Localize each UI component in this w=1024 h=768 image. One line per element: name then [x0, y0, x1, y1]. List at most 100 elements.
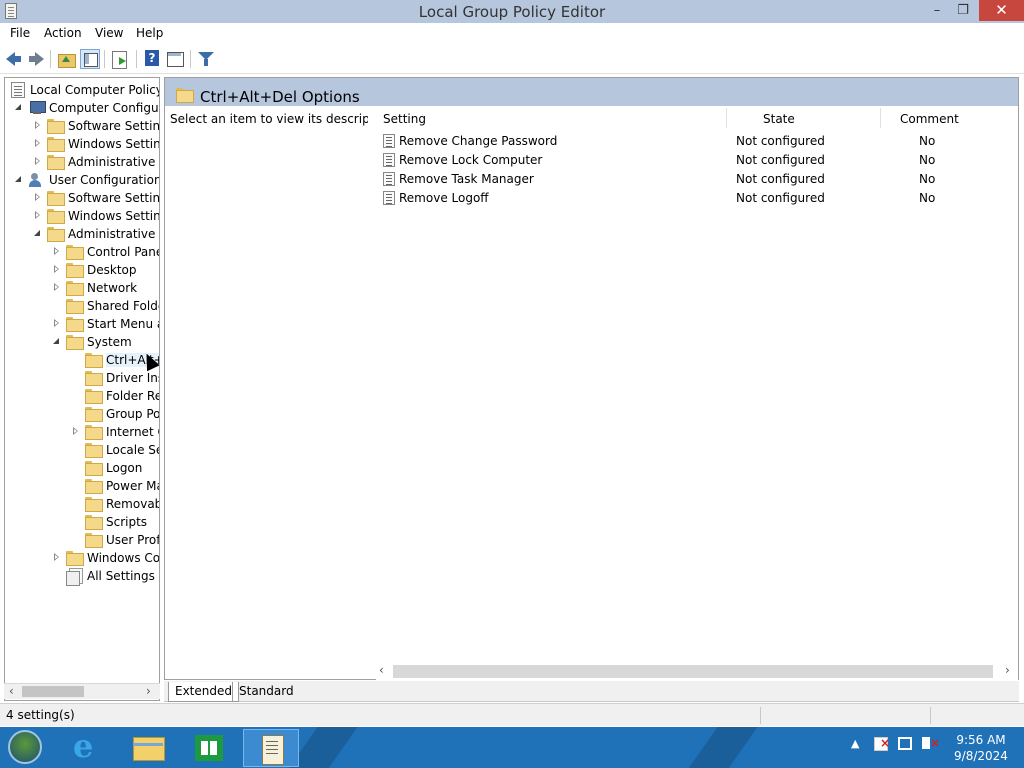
file-explorer-icon[interactable] — [120, 729, 176, 767]
help-icon[interactable] — [142, 49, 162, 69]
group-policy-editor-icon[interactable] — [243, 729, 299, 767]
table-row[interactable]: Remove Task Manager Not configured No — [368, 170, 1018, 189]
status-bar: 4 setting(s) — [0, 703, 1024, 726]
back-arrow-icon[interactable] — [4, 49, 24, 69]
clock-date: 9/8/2024 — [954, 749, 1008, 763]
scroll-left-arrow-icon[interactable]: ‹ — [9, 684, 14, 698]
filter-icon[interactable] — [196, 49, 216, 69]
menu-help[interactable]: Help — [136, 26, 163, 40]
scroll-thumb[interactable] — [393, 665, 993, 678]
minimize-button[interactable]: – — [924, 0, 950, 21]
folder-icon — [85, 497, 103, 512]
close-button[interactable]: ✕ — [979, 0, 1024, 21]
expand-icon[interactable] — [53, 283, 61, 292]
network-icon[interactable] — [898, 737, 912, 750]
store-icon[interactable] — [181, 729, 237, 767]
folder-icon — [47, 155, 65, 170]
folder-icon — [85, 425, 103, 440]
folder-icon — [85, 461, 103, 476]
setting-name: Remove Logoff — [399, 191, 489, 205]
status-separator — [930, 707, 931, 724]
expand-icon[interactable] — [53, 553, 61, 562]
tree-item-label: Logon — [106, 461, 143, 475]
column-separator[interactable] — [880, 108, 881, 128]
tree-item-label: Control Panel — [87, 245, 160, 259]
tree-item-label: Removabl — [106, 497, 160, 511]
scroll-right-arrow-icon[interactable]: › — [146, 684, 151, 698]
clock-time: 9:56 AM — [956, 733, 1006, 747]
policy-setting-icon — [383, 191, 395, 205]
clock[interactable]: 9:56 AM 9/8/2024 — [950, 732, 1012, 764]
tree-item-label: Group Pol — [106, 407, 160, 421]
volume-muted-icon[interactable] — [922, 736, 940, 750]
folder-icon — [47, 119, 65, 134]
folder-icon — [66, 299, 84, 314]
show-hide-action-pane-icon[interactable] — [165, 49, 185, 69]
tree-item-label: Local Computer Policy — [30, 83, 160, 97]
setting-name: Remove Change Password — [399, 134, 558, 148]
forward-arrow-icon[interactable] — [26, 49, 46, 69]
setting-comment: No — [919, 191, 936, 205]
table-row[interactable]: Remove Lock Computer Not configured No — [368, 151, 1018, 170]
show-hide-tree-icon[interactable] — [80, 49, 100, 69]
scroll-right-arrow-icon[interactable]: › — [1005, 663, 1010, 677]
show-hidden-icons-icon[interactable]: ▲ — [851, 737, 859, 750]
column-header-setting[interactable]: Setting — [383, 112, 426, 126]
expand-icon[interactable] — [34, 157, 42, 166]
tree-item-label: Power Ma — [106, 479, 160, 493]
status-separator — [760, 707, 761, 724]
details-header: Ctrl+Alt+Del Options — [165, 78, 1018, 106]
collapse-icon[interactable] — [34, 229, 42, 238]
column-separator[interactable] — [726, 108, 727, 128]
tree-pane[interactable]: Local Computer Policy Computer Configura… — [4, 77, 160, 701]
table-row[interactable]: Remove Change Password Not configured No — [368, 132, 1018, 151]
tree-item-label: User Profi — [106, 533, 160, 547]
table-row[interactable]: Remove Logoff Not configured No — [368, 189, 1018, 208]
scroll-thumb[interactable] — [22, 686, 84, 697]
tree-item-label: Software Settings — [68, 119, 160, 133]
tab-extended[interactable]: Extended — [168, 682, 239, 702]
all-settings-icon — [66, 568, 83, 586]
toolbar-separator — [50, 50, 51, 68]
collapse-icon[interactable] — [53, 337, 61, 346]
setting-state: Not configured — [736, 134, 825, 148]
restore-button[interactable]: ❐ — [950, 0, 976, 21]
collapse-icon[interactable] — [15, 103, 23, 112]
expand-icon[interactable] — [53, 247, 61, 256]
tree-item-label: Computer Configura — [49, 101, 160, 115]
expand-icon[interactable] — [34, 211, 42, 220]
internet-explorer-icon[interactable] — [57, 727, 113, 767]
menu-action[interactable]: Action — [44, 26, 82, 40]
setting-name: Remove Lock Computer — [399, 153, 543, 167]
tab-standard[interactable]: Standard — [232, 682, 300, 702]
start-button[interactable] — [8, 730, 42, 764]
computer-icon — [29, 101, 46, 115]
expand-icon[interactable] — [53, 265, 61, 274]
expand-icon[interactable] — [34, 139, 42, 148]
action-center-icon[interactable] — [874, 736, 890, 751]
folder-icon — [85, 353, 103, 368]
menu-file[interactable]: File — [10, 26, 30, 40]
expand-icon[interactable] — [53, 319, 61, 328]
column-header-state[interactable]: State — [763, 112, 795, 126]
policy-setting-icon — [383, 153, 395, 167]
folder-icon — [85, 443, 103, 458]
tree-item-label: Windows Setting — [68, 137, 160, 151]
expand-icon[interactable] — [72, 427, 80, 436]
taskbar: ▲ 9:56 AM 9/8/2024 — [0, 727, 1024, 768]
tree-item-label: Driver Inst — [106, 371, 159, 385]
column-header-comment[interactable]: Comment — [900, 112, 959, 126]
collapse-icon[interactable] — [15, 175, 23, 184]
scroll-left-arrow-icon[interactable]: ‹ — [379, 663, 384, 677]
export-list-icon[interactable] — [110, 49, 130, 69]
details-horizontal-scrollbar[interactable]: ‹ › — [376, 662, 1018, 680]
tree-horizontal-scrollbar[interactable]: ‹ › — [4, 683, 160, 699]
folder-icon — [85, 407, 103, 422]
expand-icon[interactable] — [34, 121, 42, 130]
taskbar-decoration — [668, 727, 772, 768]
up-folder-icon[interactable] — [56, 49, 76, 69]
folder-icon — [85, 515, 103, 530]
policy-setting-icon — [383, 172, 395, 186]
expand-icon[interactable] — [34, 193, 42, 202]
menu-view[interactable]: View — [95, 26, 123, 40]
